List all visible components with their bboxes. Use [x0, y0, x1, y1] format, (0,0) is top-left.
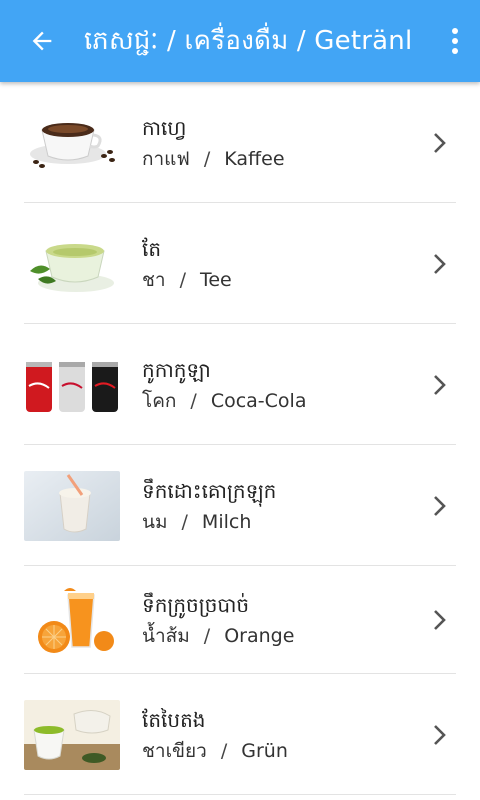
item-thai-label: โคก: [142, 389, 177, 412]
back-button[interactable]: [0, 0, 84, 82]
app-bar: ភេសជ្ជៈ / เครื่องดื่ม / Getränl: [0, 0, 480, 82]
chevron-right-icon: [432, 723, 448, 747]
more-vert-icon: [452, 28, 458, 54]
list-item-green-tea[interactable]: តែបៃតង ชาเขียว / Grün: [0, 674, 480, 795]
item-thai-label: น้ำส้ม: [142, 625, 190, 647]
item-thai-label: นม: [142, 510, 168, 533]
separator: /: [181, 510, 188, 533]
drinks-list: កាហ្វេ กาแฟ / Kaffee តែ ชา / Tee កូកាកូឡ…: [0, 82, 480, 795]
item-translation: ชา / Tee: [142, 267, 232, 293]
list-item-orange[interactable]: ទឹកក្រូចច្របាច់ น้ำส้ม / Orange: [0, 566, 480, 674]
item-khmer-label: ទឹកដោះគោក្រឡុក: [142, 478, 277, 503]
chevron-right-icon: [432, 608, 448, 632]
green-tea-image: [24, 699, 120, 770]
item-khmer-label: កាហ្វេ: [142, 115, 187, 140]
cola-image: [24, 349, 120, 420]
chevron-right-icon: [432, 373, 448, 397]
item-translation: กาแฟ / Kaffee: [142, 146, 285, 172]
list-item-coffee[interactable]: កាហ្វេ กาแฟ / Kaffee: [0, 82, 480, 203]
item-thai-label: ชา: [142, 268, 166, 291]
coffee-image: [24, 107, 120, 178]
page-title: ភេសជ្ជៈ / เครื่องดื่ม / Getränl: [84, 26, 413, 56]
item-german-label: Coca-Cola: [210, 389, 307, 412]
item-translation: โคก / Coca-Cola: [142, 388, 306, 414]
list-item-cola[interactable]: កូកាកូឡា โคก / Coca-Cola: [0, 324, 480, 445]
orange-juice-image: [24, 585, 120, 655]
separator: /: [179, 268, 186, 291]
item-khmer-label: តែបៃតង: [142, 707, 206, 732]
list-item-milk[interactable]: ទឹកដោះគោក្រឡុក นม / Milch: [0, 445, 480, 566]
item-khmer-label: តែ: [142, 236, 162, 261]
item-khmer-label: កូកាកូឡា: [142, 357, 211, 382]
item-translation: ชาเขียว / Grün: [142, 738, 288, 764]
separator: /: [203, 625, 211, 647]
item-german-label: Grün: [241, 739, 288, 762]
item-translation: น้ำส้ม / Orange: [142, 623, 294, 649]
milkshake-image: [24, 470, 120, 541]
item-khmer-label: ទឹកក្រូចច្របាច់: [142, 593, 250, 617]
item-thai-label: กาแฟ: [142, 147, 190, 170]
list-item-tea[interactable]: តែ ชา / Tee: [0, 203, 480, 324]
item-translation: นม / Milch: [142, 509, 276, 535]
item-german-label: Milch: [201, 510, 252, 533]
separator: /: [220, 739, 228, 762]
item-thai-label: ชาเขียว: [142, 739, 207, 762]
item-german-label: Tee: [199, 268, 232, 291]
arrow-back-icon: [32, 31, 52, 51]
item-german-label: Orange: [224, 625, 295, 647]
separator: /: [190, 389, 197, 412]
chevron-right-icon: [432, 252, 448, 276]
separator: /: [203, 147, 211, 170]
chevron-right-icon: [432, 494, 448, 518]
overflow-menu-button[interactable]: [430, 0, 480, 82]
item-german-label: Kaffee: [224, 147, 285, 170]
chevron-right-icon: [432, 131, 448, 155]
tea-image: [24, 228, 120, 299]
